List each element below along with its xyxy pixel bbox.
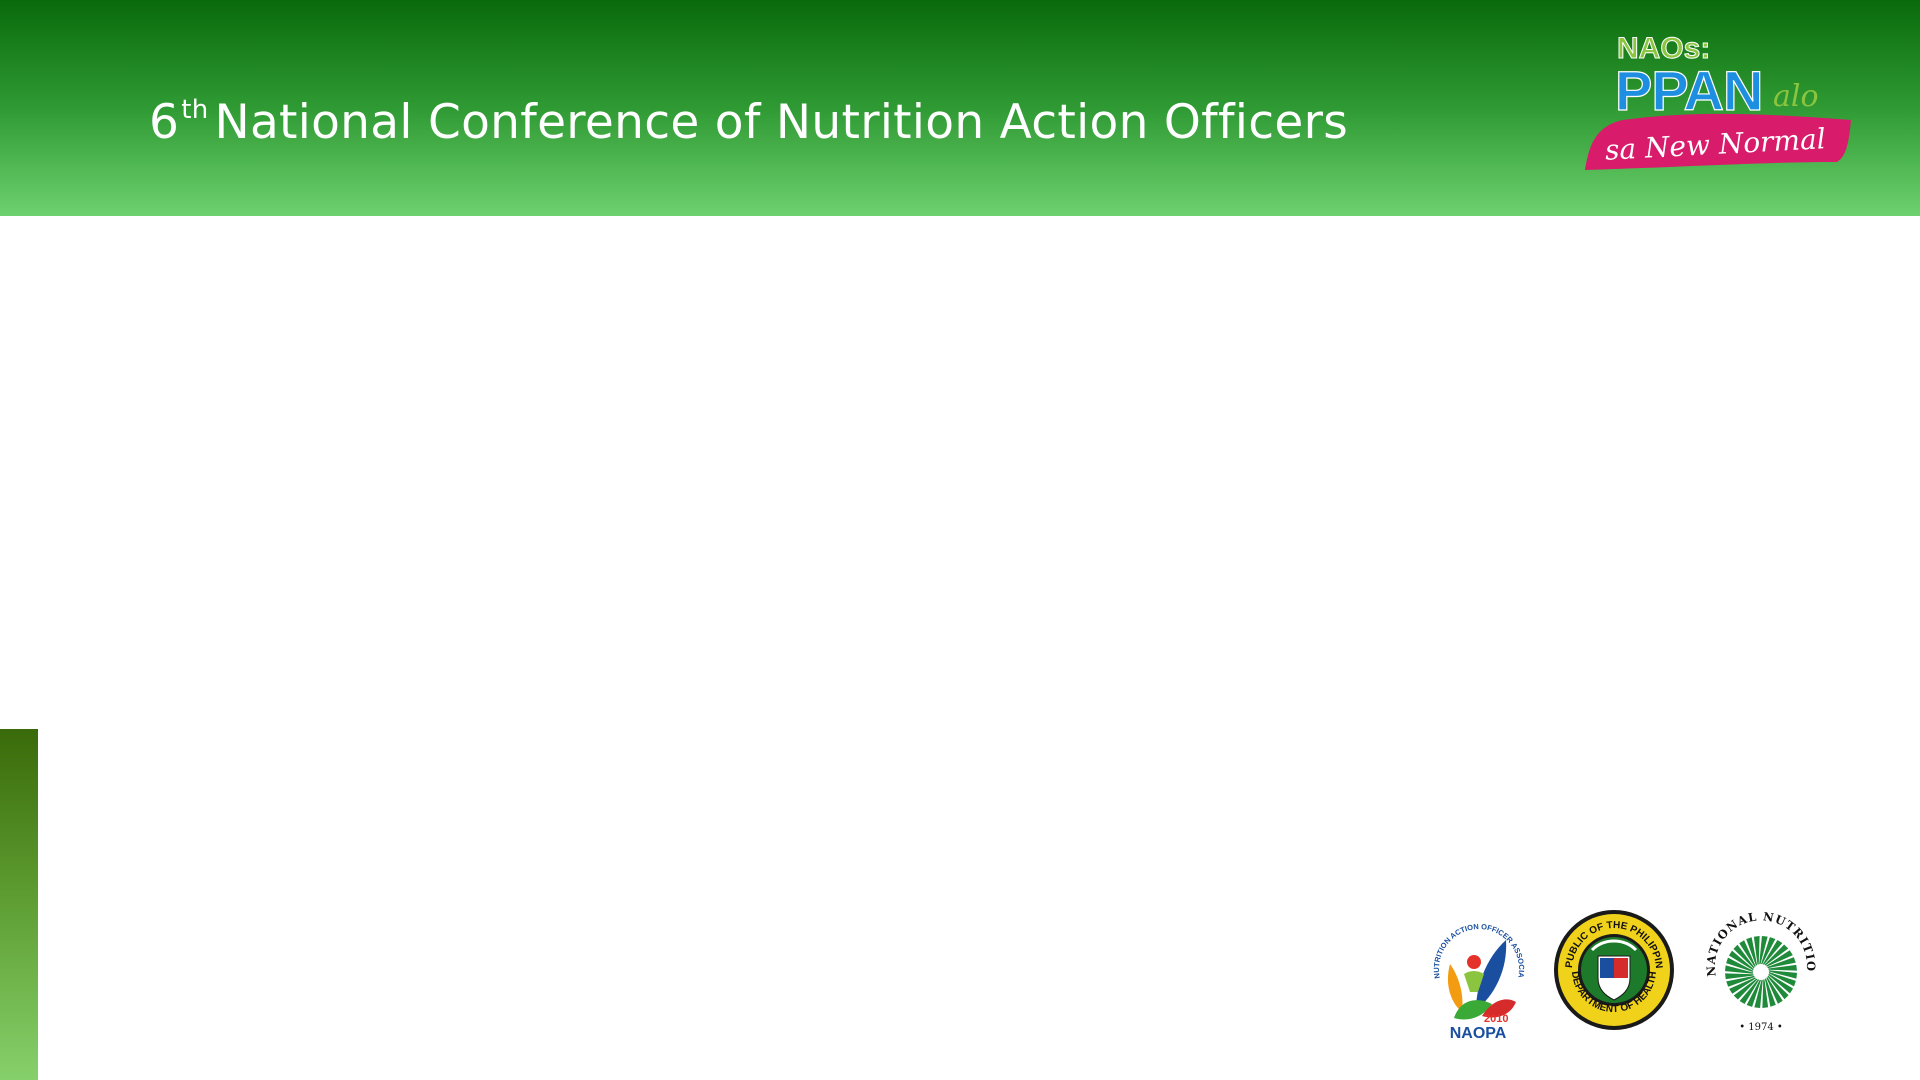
doh-seal-logo: REPUBLIC OF THE PHILIPPINES DEPARTMENT O…: [1550, 900, 1678, 1040]
naos-ppanalo-logo: NAOs: PPAN alo sa New Normal: [1585, 32, 1851, 170]
header-banner: 6th National Conference of Nutrition Acti…: [0, 0, 1920, 216]
naopa-figure-head-icon: [1467, 955, 1481, 969]
title-superscript: th: [181, 95, 209, 125]
naopa-acronym: NAOPA: [1450, 1025, 1507, 1040]
nnc-logo: NATIONAL NUTRITION COUNCIL • 1974 •: [1696, 900, 1826, 1040]
left-accent-bar: [0, 729, 38, 1080]
nnc-year: • 1974 •: [1739, 1022, 1783, 1033]
naopa-logo: NUTRITION ACTION OFFICER ASSOCIATION OF …: [1420, 900, 1536, 1040]
title-number: 6: [149, 95, 180, 150]
naopa-orange-leaf-icon: [1447, 964, 1463, 1012]
brand-line2-script: alo: [1773, 79, 1819, 114]
brand-line2: PPAN: [1615, 59, 1762, 122]
page-title: 6th National Conference of Nutrition Acti…: [149, 93, 1348, 153]
naopa-year: 2010: [1484, 1013, 1508, 1025]
title-text: National Conference of Nutrition Action …: [214, 95, 1349, 150]
